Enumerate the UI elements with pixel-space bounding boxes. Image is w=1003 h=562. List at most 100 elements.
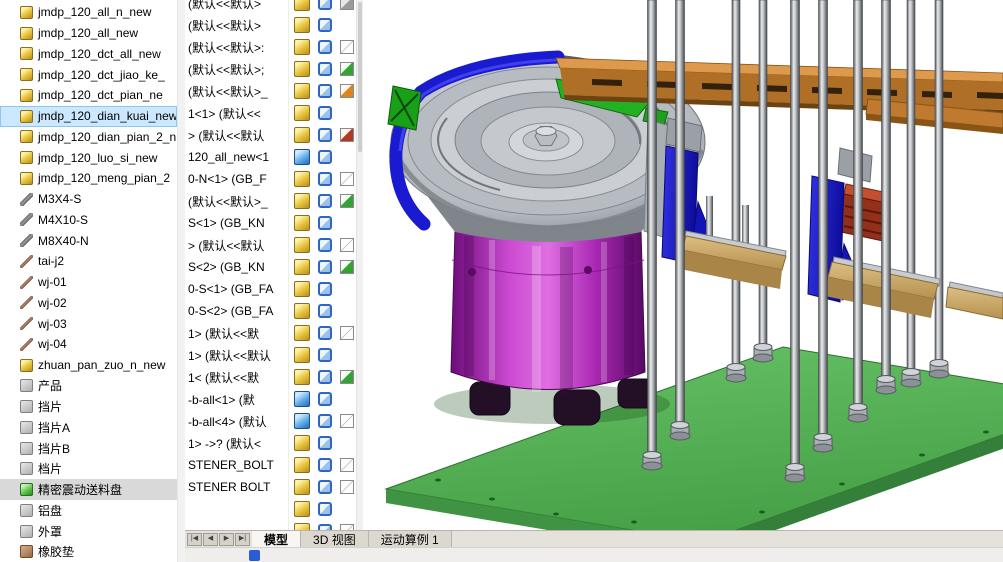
feature-tree-row[interactable]: -b-all<4> (默认 xyxy=(185,410,356,432)
display-mode-icon[interactable] xyxy=(318,194,332,208)
tree-item[interactable]: jmdp_120_luo_si_new xyxy=(0,147,177,168)
appearance-swatch-icon[interactable] xyxy=(340,84,354,98)
appearance-swatch-icon[interactable] xyxy=(340,194,354,208)
tree-item[interactable]: jmdp_120_dian_pian_2_n xyxy=(0,127,177,148)
feature-tree-row[interactable]: (默认<<默认>_ xyxy=(185,190,356,212)
tab-scroll-button[interactable]: ▶| xyxy=(235,532,250,546)
tree-item[interactable]: jmdp_120_dct_jiao_ke_ xyxy=(0,64,177,85)
appearance-swatch-icon[interactable] xyxy=(340,480,354,494)
display-mode-icon[interactable] xyxy=(318,150,332,164)
display-mode-icon[interactable] xyxy=(318,106,332,120)
display-mode-icon[interactable] xyxy=(318,40,332,54)
display-mode-icon[interactable] xyxy=(318,326,332,340)
tab-scroll-button[interactable]: |◀ xyxy=(187,532,202,546)
feature-tree-row[interactable]: 0-S<2> (GB_FA xyxy=(185,300,356,322)
feature-tree-row[interactable]: 0-S<1> (GB_FA xyxy=(185,278,356,300)
display-mode-icon[interactable] xyxy=(318,238,332,252)
display-mode-icon[interactable] xyxy=(318,282,332,296)
tree-item[interactable]: wj-01 xyxy=(0,272,177,293)
display-mode-icon[interactable] xyxy=(318,260,332,274)
feature-tree-row[interactable]: 0-N<1> (GB_F xyxy=(185,168,356,190)
appearance-swatch-icon[interactable] xyxy=(340,458,354,472)
tree-item[interactable]: 档片 xyxy=(0,459,177,480)
assembly-model[interactable] xyxy=(363,0,1003,556)
feature-tree-row[interactable]: -b-all<1> (默 xyxy=(185,388,356,410)
tree-item[interactable]: 精密震动送料盘 xyxy=(0,479,177,500)
feature-tree-row[interactable]: S<2> (GB_KN xyxy=(185,256,356,278)
scrollbar-thumb[interactable] xyxy=(358,2,362,152)
display-mode-icon[interactable] xyxy=(318,414,332,428)
appearance-swatch-icon[interactable] xyxy=(340,326,354,340)
feature-tree-row[interactable] xyxy=(185,498,356,520)
tree-item[interactable]: wj-02 xyxy=(0,293,177,314)
display-mode-icon[interactable] xyxy=(318,304,332,318)
feature-tree-row[interactable]: 1> ->? (默认< xyxy=(185,432,356,454)
display-mode-icon[interactable] xyxy=(318,458,332,472)
feature-tree-row[interactable]: STENER BOLT xyxy=(185,476,356,498)
display-mode-icon[interactable] xyxy=(318,370,332,384)
tree-item[interactable]: 产品 xyxy=(0,376,177,397)
appearance-swatch-icon[interactable] xyxy=(340,62,354,76)
tree-item[interactable]: 铝盘 xyxy=(0,500,177,521)
appearance-swatch-icon[interactable] xyxy=(340,0,354,10)
feature-tree-row[interactable]: 1> (默认<<默认 xyxy=(185,344,356,366)
appearance-swatch-icon[interactable] xyxy=(340,128,354,142)
feature-tree-row[interactable]: (默认<<默认>_ xyxy=(185,80,356,102)
tree-item[interactable]: M4X10-S xyxy=(0,210,177,231)
document-tab[interactable]: 3D 视图 xyxy=(301,531,369,547)
feature-tree-row[interactable]: > (默认<<默认 xyxy=(185,234,356,256)
display-mode-icon[interactable] xyxy=(318,502,332,516)
feature-tree-row[interactable]: (默认<<默认>: xyxy=(185,36,356,58)
tree-item[interactable]: M8X40-N xyxy=(0,230,177,251)
tab-scroll-button[interactable]: ◀ xyxy=(203,532,218,546)
display-mode-icon[interactable] xyxy=(318,62,332,76)
appearance-swatch-icon[interactable] xyxy=(340,260,354,274)
tree-item[interactable]: jmdp_120_meng_pian_2 xyxy=(0,168,177,189)
tree-item[interactable]: jmdp_120_dian_kuai_new xyxy=(0,105,177,127)
tree-item[interactable]: jmdp_120_all_new xyxy=(0,23,177,44)
display-mode-icon[interactable] xyxy=(318,84,332,98)
feeder-base-cylinder[interactable] xyxy=(450,229,646,395)
feature-tree-row[interactable]: > (默认<<默认 xyxy=(185,124,356,146)
tree-item[interactable]: 橡胶垫 xyxy=(0,542,177,562)
feature-tree-row[interactable]: (默认<<默认> xyxy=(185,14,356,36)
tab-scroll-button[interactable]: ▶ xyxy=(219,532,234,546)
appearance-swatch-icon[interactable] xyxy=(340,172,354,186)
tree-item[interactable]: wj-03 xyxy=(0,313,177,334)
document-tab[interactable]: 运动算例 1 xyxy=(368,531,452,547)
display-mode-icon[interactable] xyxy=(318,392,332,406)
display-mode-icon[interactable] xyxy=(318,0,332,10)
display-mode-icon[interactable] xyxy=(318,18,332,32)
tree-item[interactable]: M3X4-S xyxy=(0,189,177,210)
appearance-swatch-icon[interactable] xyxy=(340,414,354,428)
appearance-swatch-icon[interactable] xyxy=(340,40,354,54)
document-tab[interactable]: 模型 xyxy=(252,531,302,547)
3d-viewport[interactable] xyxy=(363,0,1003,556)
feature-tree-row[interactable]: 1<1> (默认<< xyxy=(185,102,356,124)
bowl-green-clamp[interactable] xyxy=(387,85,422,131)
feature-tree-row[interactable]: 1< (默认<<默 xyxy=(185,366,356,388)
tree-item[interactable]: tai-j2 xyxy=(0,251,177,272)
tree-item[interactable]: zhuan_pan_zuo_n_new xyxy=(0,355,177,376)
tree-item[interactable]: jmdp_120_all_n_new xyxy=(0,2,177,23)
tree-scrollbar[interactable] xyxy=(356,0,363,530)
tree-item[interactable]: 挡片B xyxy=(0,438,177,459)
display-mode-icon[interactable] xyxy=(318,436,332,450)
tree-item[interactable]: jmdp_120_dct_all_new xyxy=(0,44,177,65)
feature-tree-row[interactable]: STENER_BOLT xyxy=(185,454,356,476)
appearance-swatch-icon[interactable] xyxy=(340,238,354,252)
appearance-swatch-icon[interactable] xyxy=(340,370,354,384)
tree-item[interactable]: 外罩 xyxy=(0,521,177,542)
tree-item[interactable]: wj-04 xyxy=(0,334,177,355)
feature-tree-row[interactable]: S<1> (GB_KN xyxy=(185,212,356,234)
display-mode-icon[interactable] xyxy=(318,128,332,142)
tree-item[interactable]: 挡片A xyxy=(0,417,177,438)
feature-tree-row[interactable]: (默认<<默认> xyxy=(185,0,356,14)
feature-tree-row[interactable]: 120_all_new<1 xyxy=(185,146,356,168)
feature-tree-row[interactable] xyxy=(185,520,356,530)
tree-item[interactable]: 挡片 xyxy=(0,396,177,417)
display-mode-icon[interactable] xyxy=(318,172,332,186)
feature-tree-row[interactable]: 1> (默认<<默 xyxy=(185,322,356,344)
tree-item[interactable]: jmdp_120_dct_pian_ne xyxy=(0,85,177,106)
display-mode-icon[interactable] xyxy=(318,348,332,362)
